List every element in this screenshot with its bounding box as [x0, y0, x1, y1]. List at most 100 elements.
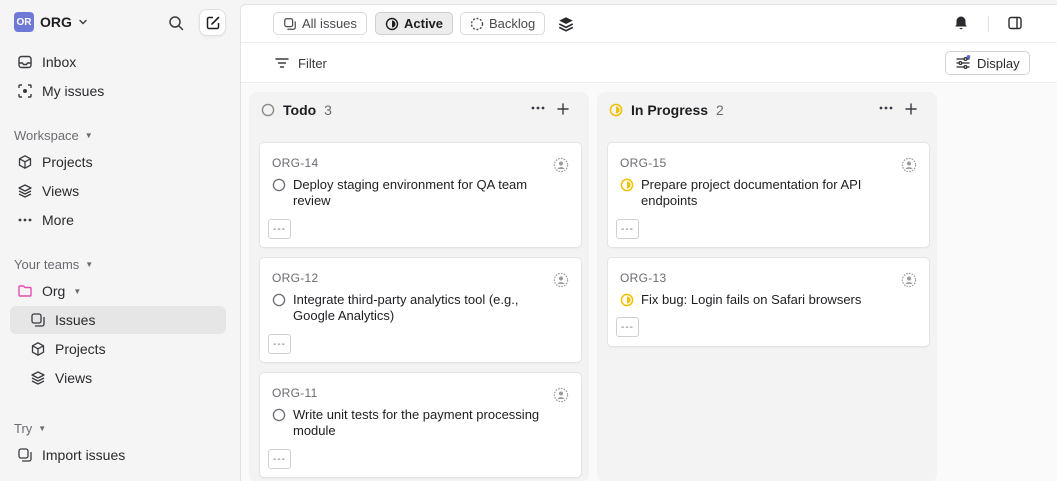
assignee-avatar-icon[interactable] — [553, 272, 569, 288]
display-button[interactable]: Display — [945, 51, 1030, 75]
workspace-avatar: OR — [14, 12, 34, 32]
target-icon — [16, 82, 34, 100]
try-section-toggle[interactable]: Try ▼ — [14, 421, 46, 436]
issue-title: Fix bug: Login fails on Safari browsers — [641, 292, 862, 307]
column-menu-icon[interactable] — [531, 105, 545, 111]
issue-title-row: Integrate third-party analytics tool (e.… — [272, 292, 562, 324]
caret-down-icon: ▼ — [73, 286, 82, 296]
sidebar-toggle-icon[interactable] — [1007, 15, 1023, 31]
tab-label: Active — [404, 16, 444, 31]
caret-down-icon: ▼ — [84, 131, 93, 140]
sidebar-item-more[interactable]: More — [10, 206, 226, 234]
issue-title: Prepare project documentation for API en… — [641, 177, 862, 208]
column-count: 3 — [324, 102, 332, 118]
priority-button[interactable]: --- — [616, 219, 639, 239]
sidebar: OR ORG Inbox My issues Workspace ▼ Proje… — [0, 0, 240, 481]
notifications-bell-icon[interactable] — [953, 15, 969, 31]
issue-card[interactable]: ORG-15 Prepare project documentation for… — [607, 142, 930, 248]
teams-section-toggle[interactable]: Your teams ▼ — [14, 257, 93, 272]
add-issue-plus-icon[interactable] — [557, 103, 569, 115]
issue-card[interactable]: ORG-12 Integrate third-party analytics t… — [259, 257, 582, 363]
assignee-avatar-icon[interactable] — [901, 157, 917, 173]
sidebar-item-views[interactable]: Views — [10, 177, 226, 205]
layers-icon — [29, 369, 47, 387]
sidebar-item-inbox[interactable]: Inbox — [10, 48, 226, 76]
todo-status-icon — [261, 103, 275, 117]
issue-title: Write unit tests for the payment process… — [293, 407, 540, 438]
sidebar-item-my-issues[interactable]: My issues — [10, 77, 226, 105]
priority-button[interactable]: --- — [268, 449, 291, 469]
backlog-tab[interactable]: Backlog — [460, 12, 546, 35]
cube-icon — [29, 340, 47, 358]
compose-icon — [205, 15, 221, 31]
issue-id: ORG-15 — [620, 156, 667, 170]
sidebar-item-team-org[interactable]: Org ▼ — [10, 277, 226, 305]
assignee-avatar-icon[interactable] — [553, 157, 569, 173]
toolbar-divider — [988, 16, 989, 32]
inbox-icon — [16, 53, 34, 71]
column-count: 2 — [716, 102, 724, 118]
issues-icon — [283, 17, 297, 31]
sidebar-item-label: Projects — [42, 154, 93, 170]
add-issue-plus-icon[interactable] — [905, 103, 917, 115]
todo-status-icon[interactable] — [272, 293, 286, 324]
stacked-layers-icon[interactable] — [557, 15, 575, 33]
sidebar-item-projects[interactable]: Projects — [10, 148, 226, 176]
new-issue-button[interactable] — [199, 9, 226, 36]
priority-button[interactable]: --- — [268, 334, 291, 354]
sliders-icon — [955, 55, 971, 71]
search-icon — [168, 15, 184, 31]
active-tab[interactable]: Active — [375, 12, 454, 35]
sidebar-item-label: Views — [42, 183, 80, 199]
layers-icon — [16, 182, 34, 200]
sidebar-item-label: My issues — [42, 83, 105, 99]
cube-icon — [16, 153, 34, 171]
in-progress-status-icon[interactable] — [620, 178, 634, 209]
caret-down-icon: ▼ — [38, 424, 47, 433]
priority-button[interactable]: --- — [268, 219, 291, 239]
issue-title-row: Write unit tests for the payment process… — [272, 407, 562, 439]
tab-label: All issues — [302, 16, 357, 31]
section-label: Workspace — [14, 128, 79, 143]
column-in-progress: In Progress 2 ORG-15 Prepare project doc — [597, 92, 937, 481]
issue-id: ORG-14 — [272, 156, 319, 170]
assignee-avatar-icon[interactable] — [553, 387, 569, 403]
issue-card[interactable]: ORG-14 Deploy staging environment for QA… — [259, 142, 582, 248]
in-progress-status-icon[interactable] — [620, 293, 634, 308]
sidebar-item-label: Projects — [55, 341, 106, 357]
sidebar-item-issues[interactable]: Issues — [10, 306, 226, 334]
sidebar-item-label: Views — [55, 370, 93, 386]
sidebar-item-label: Issues — [55, 312, 96, 328]
sidebar-item-label: More — [42, 212, 74, 228]
kanban-board: Todo 3 ORG-14 Deploy staging environment — [241, 84, 1057, 481]
priority-button[interactable]: --- — [616, 317, 639, 337]
filter-bar: Filter Display — [241, 43, 1057, 83]
issue-title-row: Deploy staging environment for QA team r… — [272, 177, 562, 209]
workspace-switcher[interactable]: OR ORG — [14, 12, 88, 32]
half-circle-icon — [385, 17, 399, 31]
filter-button[interactable]: Filter — [274, 55, 327, 71]
caret-down-icon: ▼ — [85, 260, 94, 269]
todo-status-icon[interactable] — [272, 408, 286, 439]
chevron-down-icon — [78, 17, 88, 27]
import-icon — [16, 446, 34, 464]
sidebar-item-import-issues[interactable]: Import issues — [10, 441, 226, 469]
search-button[interactable] — [164, 11, 188, 35]
all-issues-tab[interactable]: All issues — [273, 12, 367, 35]
column-header: In Progress 2 — [609, 102, 724, 118]
sidebar-item-team-projects[interactable]: Projects — [10, 335, 226, 363]
todo-status-icon[interactable] — [272, 178, 286, 209]
issue-id: ORG-12 — [272, 271, 319, 285]
filter-label: Filter — [298, 55, 327, 71]
sidebar-item-team-views[interactable]: Views — [10, 364, 226, 392]
workspace-section-toggle[interactable]: Workspace ▼ — [14, 128, 93, 143]
column-menu-icon[interactable] — [879, 105, 893, 111]
issue-card[interactable]: ORG-13 Fix bug: Login fails on Safari br… — [607, 257, 930, 347]
dashed-circle-icon — [470, 17, 484, 31]
main-panel: All issues Active Backlog Filter Display… — [240, 4, 1057, 481]
column-todo: Todo 3 ORG-14 Deploy staging environment — [249, 92, 589, 481]
issue-card[interactable]: ORG-11 Write unit tests for the payment … — [259, 372, 582, 478]
column-title: In Progress — [631, 102, 709, 118]
ellipsis-icon — [16, 211, 34, 229]
assignee-avatar-icon[interactable] — [901, 272, 917, 288]
